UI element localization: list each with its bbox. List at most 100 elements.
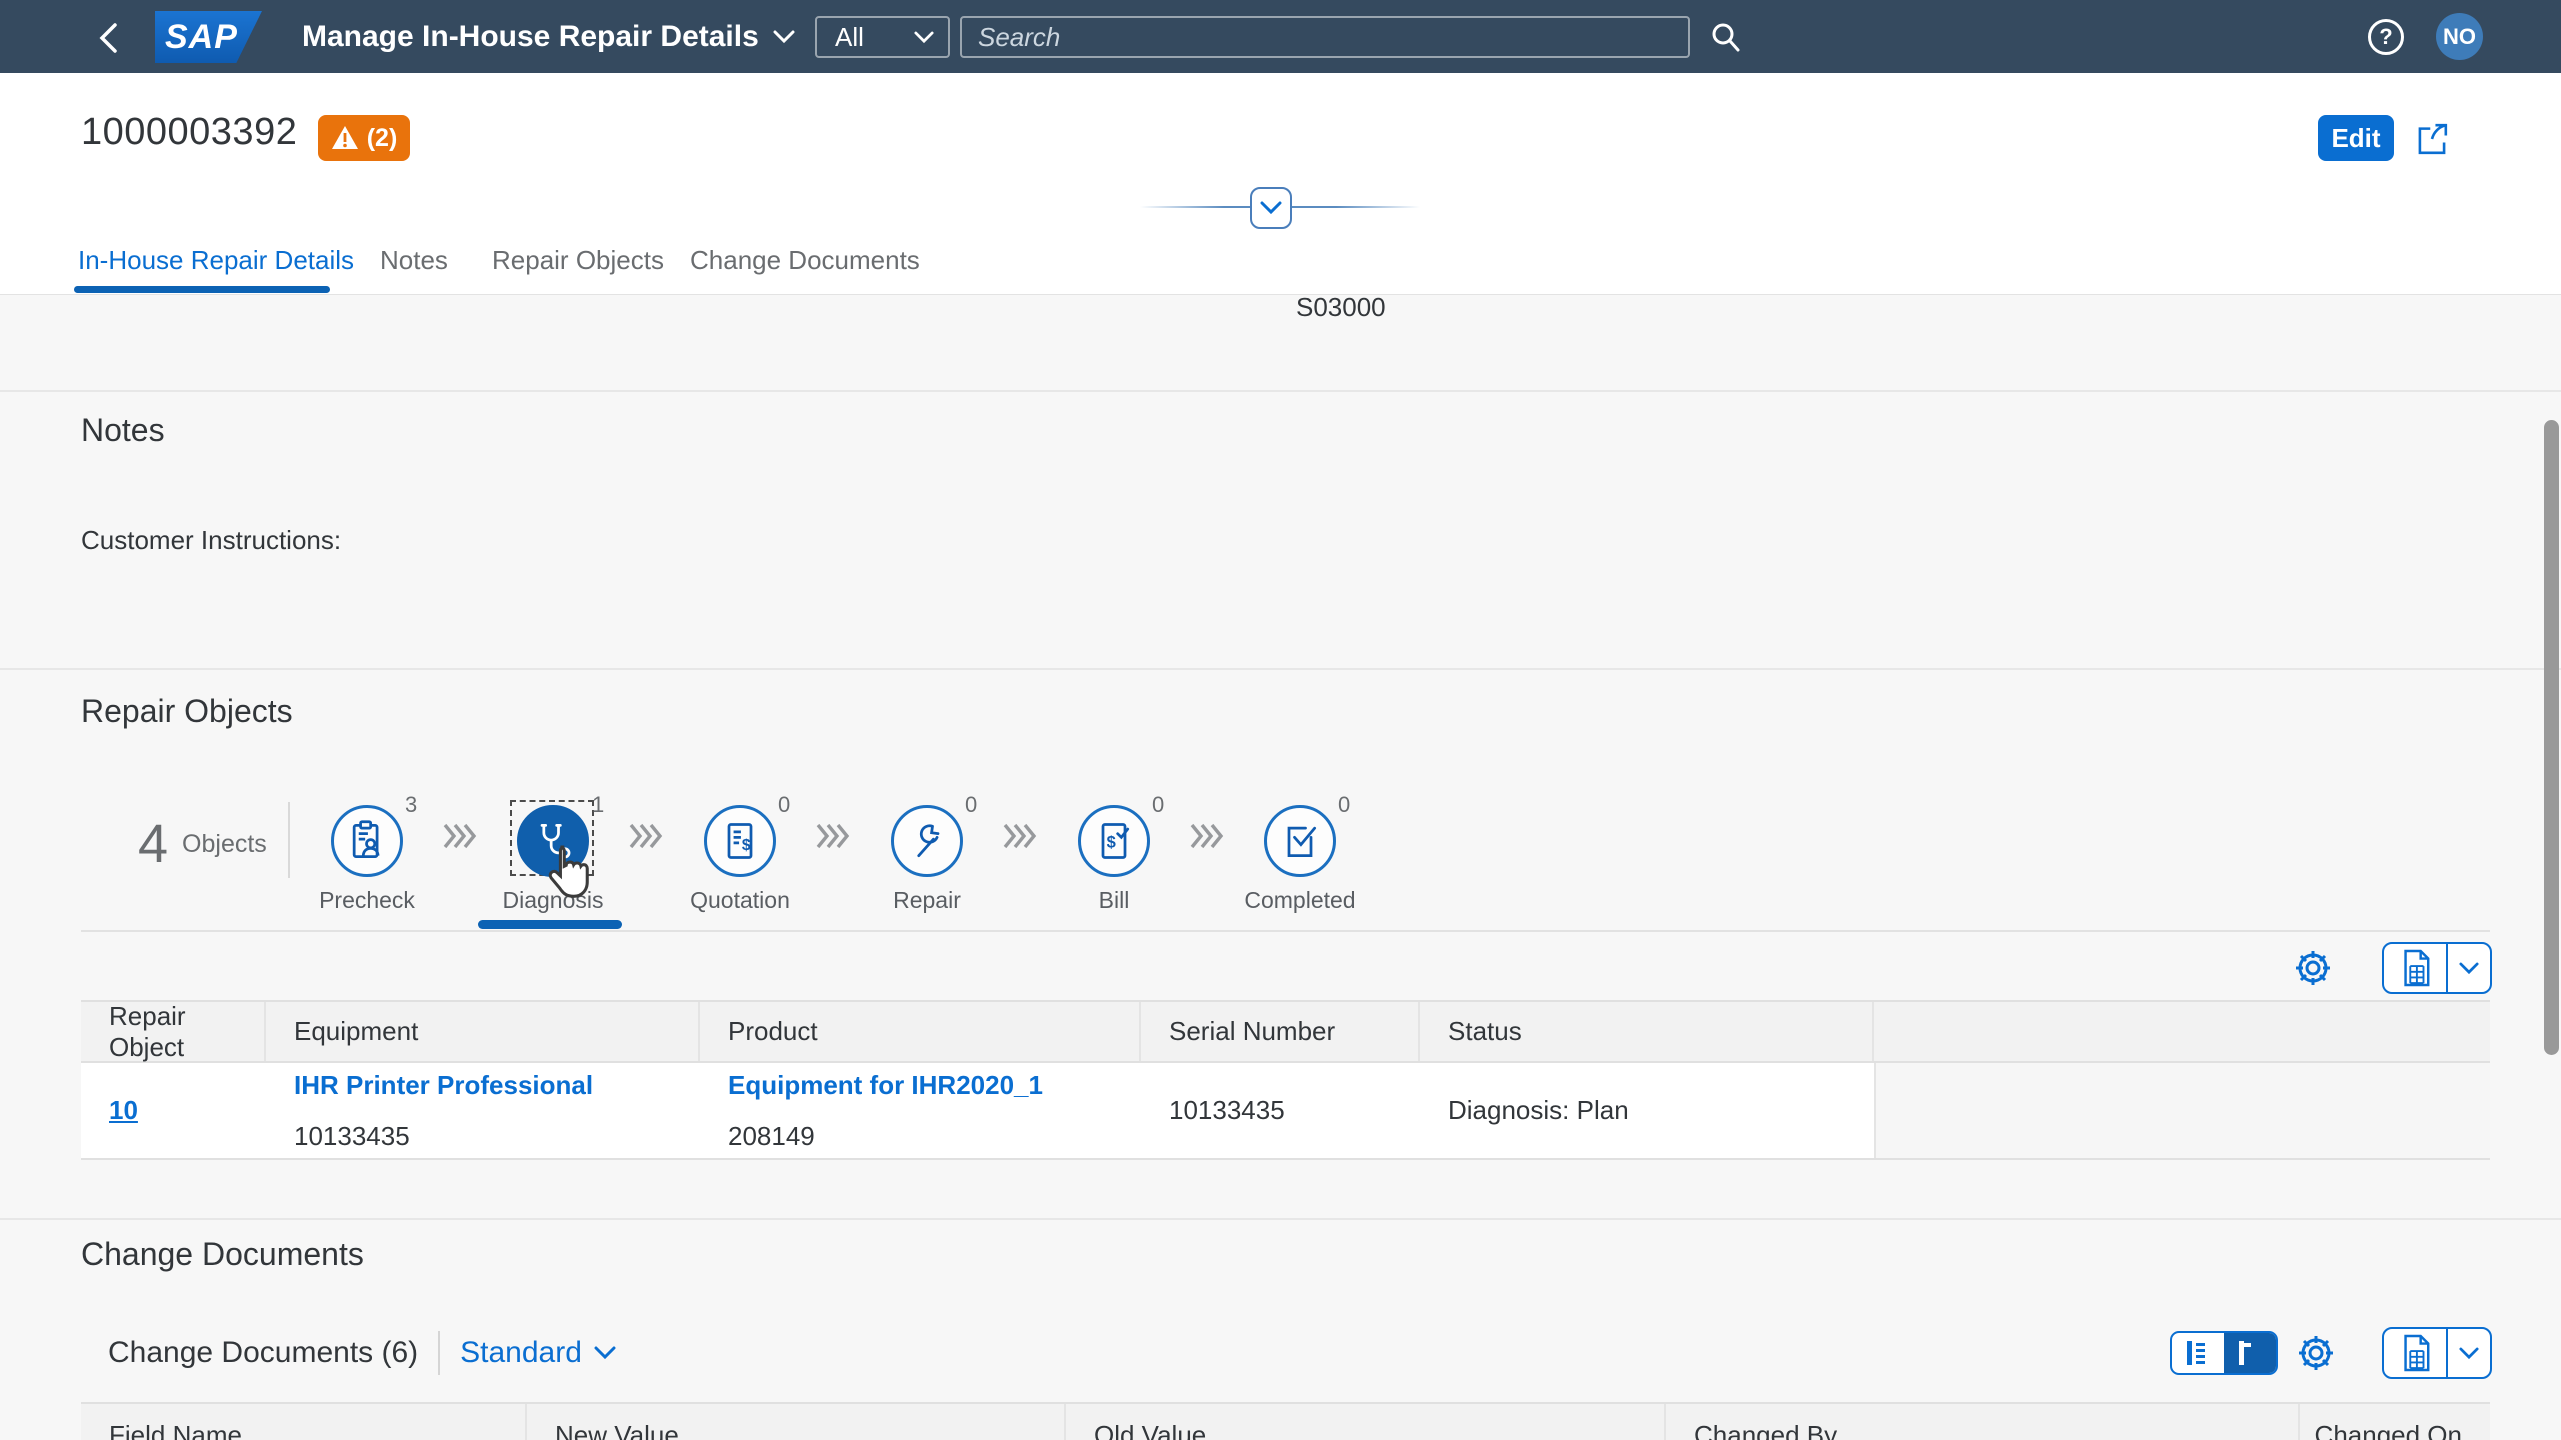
column-header[interactable]: New Value bbox=[527, 1404, 1066, 1440]
customer-instructions-label: Customer Instructions: bbox=[81, 525, 341, 556]
table-row[interactable]: 10 IHR Printer Professional 10133435 Equ… bbox=[81, 1063, 2490, 1160]
flow-node-count: 0 bbox=[1338, 792, 1350, 818]
change-documents-toolbar: Change Documents (6) Standard bbox=[108, 1331, 616, 1375]
condensed-view-toggle-icon[interactable] bbox=[2224, 1333, 2276, 1373]
equipment-link[interactable]: IHR Printer Professional bbox=[294, 1070, 700, 1101]
object-page-header: 1000003392 (2) Edit In-House Repair Deta… bbox=[0, 73, 2561, 295]
tab-change-documents[interactable]: Change Documents bbox=[690, 245, 920, 276]
column-header[interactable]: Serial Number bbox=[1141, 1002, 1420, 1061]
tab-notes[interactable]: Notes bbox=[380, 245, 448, 276]
chevron-down-icon bbox=[1260, 201, 1282, 215]
flow-node-count: 1 bbox=[592, 792, 604, 818]
objects-count: 4 bbox=[138, 813, 168, 875]
flow-chevrons-icon bbox=[628, 820, 664, 852]
flow-node-quotation[interactable]: $ bbox=[704, 805, 776, 877]
flow-node-repair[interactable] bbox=[891, 805, 963, 877]
flow-node-label: Completed bbox=[1210, 887, 1390, 914]
change-documents-table: Field Name New Value Old Value Changed B… bbox=[81, 1402, 2490, 1440]
flow-node-precheck[interactable] bbox=[331, 805, 403, 877]
change-documents-table-header: Field Name New Value Old Value Changed B… bbox=[81, 1402, 2490, 1440]
svg-text:$: $ bbox=[742, 837, 751, 854]
flow-node-bill[interactable]: $ bbox=[1078, 805, 1150, 877]
column-header[interactable]: Equipment bbox=[266, 1002, 700, 1061]
completed-check-icon bbox=[1278, 819, 1322, 863]
edit-button[interactable]: Edit bbox=[2318, 115, 2394, 161]
column-header[interactable]: Repair Object bbox=[81, 1002, 266, 1061]
list-view-toggle-icon[interactable] bbox=[2172, 1333, 2224, 1373]
flow-separator-rule bbox=[288, 802, 290, 878]
object-id-title: 1000003392 bbox=[81, 111, 297, 154]
quotation-icon: $ bbox=[718, 819, 762, 863]
flow-node-label: Repair bbox=[837, 887, 1017, 914]
search-field-wrap bbox=[960, 16, 1690, 58]
row-empty-cell bbox=[1874, 1063, 2490, 1158]
flow-bottom-border bbox=[81, 930, 2490, 932]
column-header[interactable]: Changed On bbox=[2300, 1404, 2490, 1440]
column-header[interactable]: Field Name bbox=[81, 1404, 527, 1440]
change-documents-section-heading: Change Documents bbox=[81, 1236, 364, 1273]
hand-cursor-icon bbox=[547, 843, 593, 901]
serial-number: 10133435 bbox=[1169, 1095, 1420, 1126]
section-divider bbox=[0, 1218, 2561, 1220]
column-header[interactable]: Status bbox=[1420, 1002, 1874, 1061]
column-header[interactable]: Product bbox=[700, 1002, 1141, 1061]
flow-node-label: Quotation bbox=[650, 887, 830, 914]
view-toggle-segmented-button bbox=[2170, 1331, 2278, 1375]
page-content: S03000 Notes Customer Instructions: Repa… bbox=[0, 295, 2561, 1440]
search-icon[interactable] bbox=[1706, 18, 1746, 58]
column-header[interactable]: Changed By bbox=[1666, 1404, 2300, 1440]
repair-object-link[interactable]: 10 bbox=[109, 1095, 266, 1126]
objects-label: Objects bbox=[182, 830, 267, 859]
table-settings-gear-icon[interactable] bbox=[2296, 1333, 2336, 1373]
column-header-empty bbox=[1874, 1002, 2490, 1061]
sap-logo: SAP bbox=[155, 11, 262, 63]
search-scope-select[interactable]: All bbox=[815, 16, 950, 58]
export-menu-chevron-icon[interactable] bbox=[2448, 944, 2490, 992]
column-header[interactable]: Old Value bbox=[1066, 1404, 1666, 1440]
flow-node-count: 0 bbox=[1152, 792, 1164, 818]
flow-chevrons-icon bbox=[1189, 820, 1225, 852]
warning-messages-badge[interactable]: (2) bbox=[318, 115, 410, 161]
toolbar-separator bbox=[438, 1331, 440, 1375]
export-spreadsheet-icon[interactable] bbox=[2384, 1329, 2448, 1377]
help-icon[interactable]: ? bbox=[2368, 19, 2404, 55]
flow-node-label: Bill bbox=[1024, 887, 1204, 914]
search-input[interactable] bbox=[962, 18, 1688, 56]
export-split-button bbox=[2382, 1327, 2492, 1379]
flow-chevrons-icon bbox=[1002, 820, 1038, 852]
repair-objects-table: Repair Object Equipment Product Serial N… bbox=[81, 1000, 2490, 1160]
details-field-value: S03000 bbox=[1296, 292, 1386, 323]
app-title-menu[interactable]: Manage In-House Repair Details bbox=[302, 0, 795, 73]
export-menu-chevron-icon[interactable] bbox=[2448, 1329, 2490, 1377]
selected-flow-node-indicator bbox=[478, 920, 622, 929]
product-id: 208149 bbox=[728, 1121, 1141, 1152]
section-divider bbox=[0, 668, 2561, 670]
flow-node-count: 0 bbox=[778, 792, 790, 818]
back-icon[interactable] bbox=[88, 18, 128, 58]
avatar[interactable]: NO bbox=[2436, 13, 2483, 60]
app-canvas: SAP Manage In-House Repair Details All ?… bbox=[0, 0, 2561, 1440]
chevron-down-icon bbox=[914, 31, 934, 44]
repair-objects-table-header: Repair Object Equipment Product Serial N… bbox=[81, 1000, 2490, 1063]
flow-node-label: Precheck bbox=[277, 887, 457, 914]
change-documents-table-title: Change Documents (6) bbox=[108, 1336, 418, 1370]
section-divider bbox=[0, 390, 2561, 392]
tab-repair-objects[interactable]: Repair Objects bbox=[492, 245, 664, 276]
notes-section-heading: Notes bbox=[81, 412, 165, 449]
vertical-scrollbar-thumb[interactable] bbox=[2544, 420, 2559, 1055]
collapse-header-button[interactable] bbox=[1250, 187, 1292, 229]
table-settings-gear-icon[interactable] bbox=[2293, 948, 2333, 988]
objects-aggregation: 4 Objects bbox=[138, 813, 267, 875]
app-title: Manage In-House Repair Details bbox=[302, 20, 759, 54]
repair-wrench-icon bbox=[905, 819, 949, 863]
active-tab-indicator bbox=[74, 286, 330, 293]
tab-in-house-repair-details[interactable]: In-House Repair Details bbox=[78, 245, 354, 276]
shell-bar: SAP Manage In-House Repair Details All ?… bbox=[0, 0, 2561, 73]
flow-node-count: 3 bbox=[405, 792, 417, 818]
product-link[interactable]: Equipment for IHR2020_1 bbox=[728, 1070, 1141, 1101]
view-variant-selector[interactable]: Standard bbox=[460, 1336, 616, 1370]
flow-node-completed[interactable] bbox=[1264, 805, 1336, 877]
share-icon[interactable] bbox=[2412, 119, 2452, 159]
chevron-down-icon bbox=[773, 30, 795, 44]
export-spreadsheet-icon[interactable] bbox=[2384, 944, 2448, 992]
